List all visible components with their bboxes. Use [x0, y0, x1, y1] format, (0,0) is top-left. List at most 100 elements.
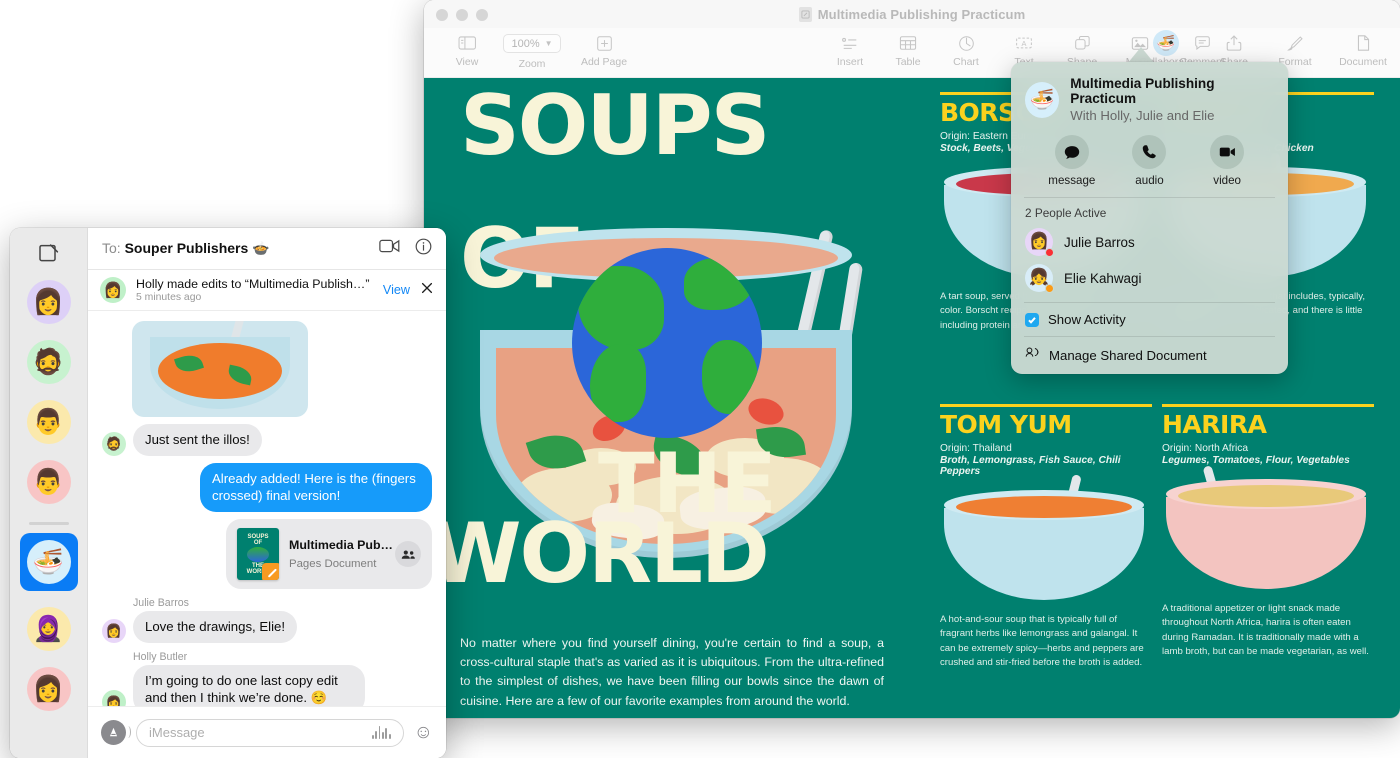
zoom-window-button[interactable] [476, 9, 488, 21]
facetime-video-icon[interactable] [379, 239, 400, 258]
toolbar-zoom-control[interactable]: 100% ▼ Zoom [496, 32, 568, 70]
memoji-elie-icon: 👧 [1025, 264, 1053, 292]
popover-audio-action[interactable]: audio [1118, 135, 1180, 187]
memoji-holly-icon: 👩 [100, 277, 126, 303]
poster-title-line-1: SOUPS [460, 90, 880, 161]
sidebar-conversation-selected[interactable]: 🍜 [20, 533, 78, 591]
shared-document-name: Multimedia Pub… [289, 538, 393, 552]
sidebar-conversation-avatar[interactable]: 👩 [27, 280, 71, 324]
zoom-pill[interactable]: 100% ▼ [503, 34, 560, 53]
phone-icon [1132, 135, 1166, 169]
globe-illustration [572, 248, 762, 438]
document-icon [1356, 32, 1371, 54]
manage-shared-document-button[interactable]: Manage Shared Document [1011, 337, 1288, 373]
minimize-window-button[interactable] [456, 9, 468, 21]
text-icon: A [1015, 32, 1033, 54]
message-bubble[interactable]: Love the drawings, Elie! [133, 611, 297, 643]
close-window-button[interactable] [436, 9, 448, 21]
recipient-emoji: 🍲 [252, 240, 269, 256]
notification-time: 5 minutes ago [136, 292, 373, 303]
toolbar-document-button[interactable]: Document [1327, 32, 1399, 68]
message-composer: iMessage ☺ [88, 706, 446, 758]
app-store-icon[interactable] [101, 720, 126, 745]
message-bubble[interactable]: I’m going to do one last copy edit and t… [133, 665, 365, 706]
show-activity-toggle[interactable]: Show Activity [1011, 303, 1288, 336]
popover-audio-label: audio [1135, 174, 1163, 187]
popover-video-label: video [1213, 174, 1241, 187]
recipient-field[interactable]: To: Souper Publishers 🍲 [102, 240, 270, 257]
avatar: 👩 [102, 690, 126, 706]
sidebar-icon [458, 32, 477, 54]
pages-title-text: Multimedia Publishing Practicum [818, 7, 1026, 22]
sidebar-conversation-avatar[interactable]: 👨 [27, 460, 71, 504]
plus-box-icon [596, 32, 613, 54]
manage-shared-document-label: Manage Shared Document [1049, 348, 1207, 363]
message-thread[interactable]: 🧔 Just sent the illos! Already added! He… [88, 311, 446, 706]
manage-shared-document-icon [1025, 346, 1041, 364]
popover-person-row[interactable]: 👧 Elie Kahwagi [1011, 260, 1288, 296]
popover-actions: message audio video [1011, 133, 1288, 197]
popover-person-name: Elie Kahwagi [1064, 271, 1141, 286]
audio-waveform-icon[interactable] [372, 726, 391, 739]
edit-notification-banner[interactable]: 👩 Holly made edits to “Multimedia Publis… [88, 270, 446, 311]
soup-name: TOM YUM [940, 411, 1152, 440]
poster-body-text: No matter where you find yourself dining… [460, 634, 884, 711]
messages-main: To: Souper Publishers 🍲 👩 Holly made ed [88, 228, 446, 758]
checkbox-icon[interactable] [1025, 313, 1039, 327]
sidebar-conversation-avatar[interactable]: 🧔 [27, 340, 71, 384]
sidebar-conversation-avatar[interactable]: 👩 [27, 667, 71, 711]
soup-illustration-attachment[interactable] [132, 321, 308, 417]
screenshot-stage: Multimedia Publishing Practicum View 100… [0, 0, 1400, 758]
message-sender-label: Holly Butler [133, 651, 432, 663]
popover-message-action[interactable]: message [1041, 135, 1103, 187]
notification-view-button[interactable]: View [383, 283, 410, 297]
shared-people-icon [395, 541, 421, 567]
collaborate-avatar-icon: 🍜 [1153, 32, 1179, 54]
show-activity-label: Show Activity [1048, 312, 1126, 327]
messages-sidebar: 👩 🧔 👨 👨 🍜 🧕 👩 [10, 228, 88, 758]
format-brush-icon [1287, 32, 1304, 54]
popover-video-action[interactable]: video [1196, 135, 1258, 187]
message-row-incoming: 👩 I’m going to do one last copy edit and… [102, 665, 432, 706]
message-row-incoming: 🧔 Just sent the illos! [102, 424, 432, 456]
toolbar-add-page-label: Add Page [581, 56, 627, 68]
sidebar-conversation-avatar[interactable]: 🧕 [27, 607, 71, 651]
message-sender-label: Julie Barros [133, 597, 432, 609]
avatar: 🧔 [102, 432, 126, 456]
window-controls[interactable] [436, 9, 488, 21]
popover-person-name: Julie Barros [1064, 235, 1135, 250]
message-bubble[interactable]: Already added! Here is the (fingers cros… [200, 463, 432, 512]
popover-active-label: 2 People Active [1011, 198, 1288, 224]
popover-person-row[interactable]: 👩 Julie Barros [1011, 224, 1288, 260]
toolbar-insert-button[interactable]: Insert [821, 32, 879, 68]
soup-divider-rule [1162, 404, 1374, 407]
messages-header: To: Souper Publishers 🍲 [88, 228, 446, 270]
table-icon [899, 32, 917, 54]
insert-icon [841, 32, 859, 54]
toolbar-chart-button[interactable]: Chart [937, 32, 995, 68]
compose-icon[interactable] [38, 242, 60, 264]
message-bubble[interactable]: Just sent the illos! [133, 424, 262, 456]
sidebar-divider [29, 522, 69, 525]
soup-ingredients: Broth, Lemongrass, Fish Sauce, Chili Pep… [940, 455, 1152, 477]
sidebar-conversation-avatar[interactable]: 👨 [27, 400, 71, 444]
toolbar-insert-label: Insert [837, 56, 863, 68]
toolbar-zoom-label: Zoom [519, 58, 546, 70]
toolbar-view-button[interactable]: View [438, 32, 496, 68]
toolbar-add-page-button[interactable]: Add Page [568, 32, 640, 68]
toolbar-table-button[interactable]: Table [879, 32, 937, 68]
toolbar-view-label: View [456, 56, 479, 68]
close-icon[interactable] [420, 281, 434, 300]
imessage-input[interactable]: iMessage [136, 719, 404, 747]
pages-app-badge-icon [262, 563, 279, 580]
soup-name: HARIRA [1162, 411, 1374, 440]
popover-message-label: message [1048, 174, 1095, 187]
soup-card-tom-yum: TOM YUM Origin: Thailand Broth, Lemongra… [940, 404, 1152, 670]
info-circle-icon[interactable] [415, 238, 432, 260]
emoji-smiley-icon[interactable]: ☺ [414, 723, 433, 742]
shared-document-card[interactable]: SOUPS OF THE WORLD Multimedia Pub… Pages… [226, 519, 432, 589]
soup-divider-rule [940, 404, 1152, 407]
collaborate-popover[interactable]: 🍜 Multimedia Publishing Practicum With H… [1011, 62, 1288, 374]
soup-bowl-avatar-icon: 🍜 [1025, 82, 1059, 118]
pages-window-title: Multimedia Publishing Practicum [799, 7, 1026, 22]
